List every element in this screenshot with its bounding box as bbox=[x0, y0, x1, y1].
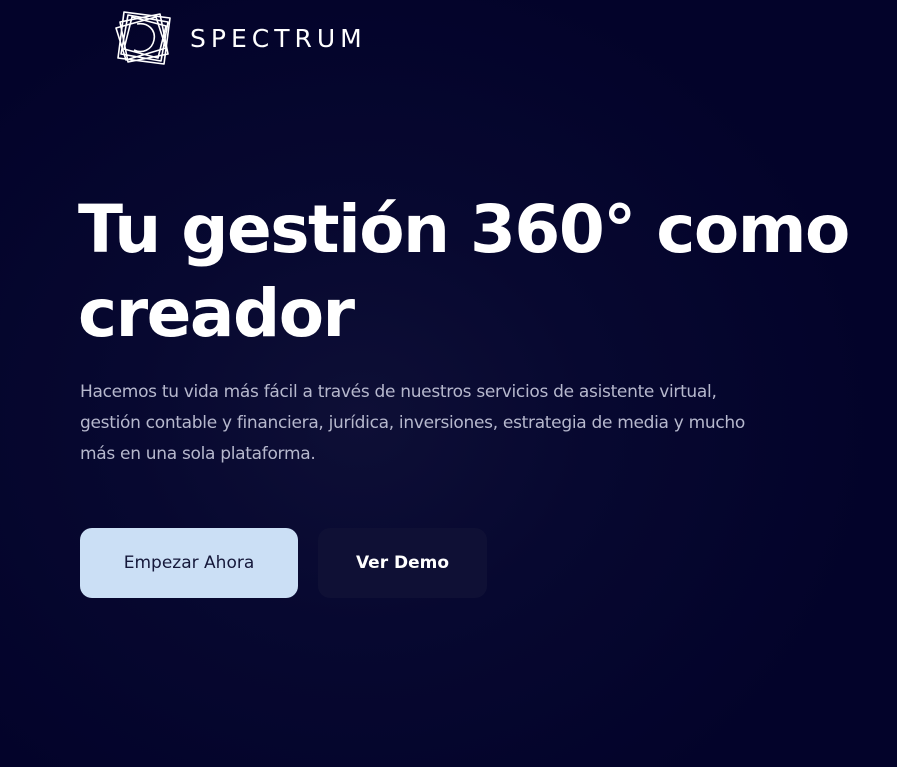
landing-page: SPECTRUM Tu gestión 360° como creador Ha… bbox=[0, 0, 897, 767]
hero-title: Tu gestión 360° como creador bbox=[78, 191, 850, 352]
start-now-button[interactable]: Empezar Ahora bbox=[80, 528, 298, 598]
spectrum-logo-icon[interactable] bbox=[110, 8, 176, 72]
view-demo-button[interactable]: Ver Demo bbox=[318, 528, 487, 598]
brand-name: SPECTRUM bbox=[190, 23, 367, 53]
site-header: SPECTRUM bbox=[110, 8, 367, 72]
hero-subtitle: Hacemos tu vida más fácil a través de nu… bbox=[80, 382, 745, 464]
